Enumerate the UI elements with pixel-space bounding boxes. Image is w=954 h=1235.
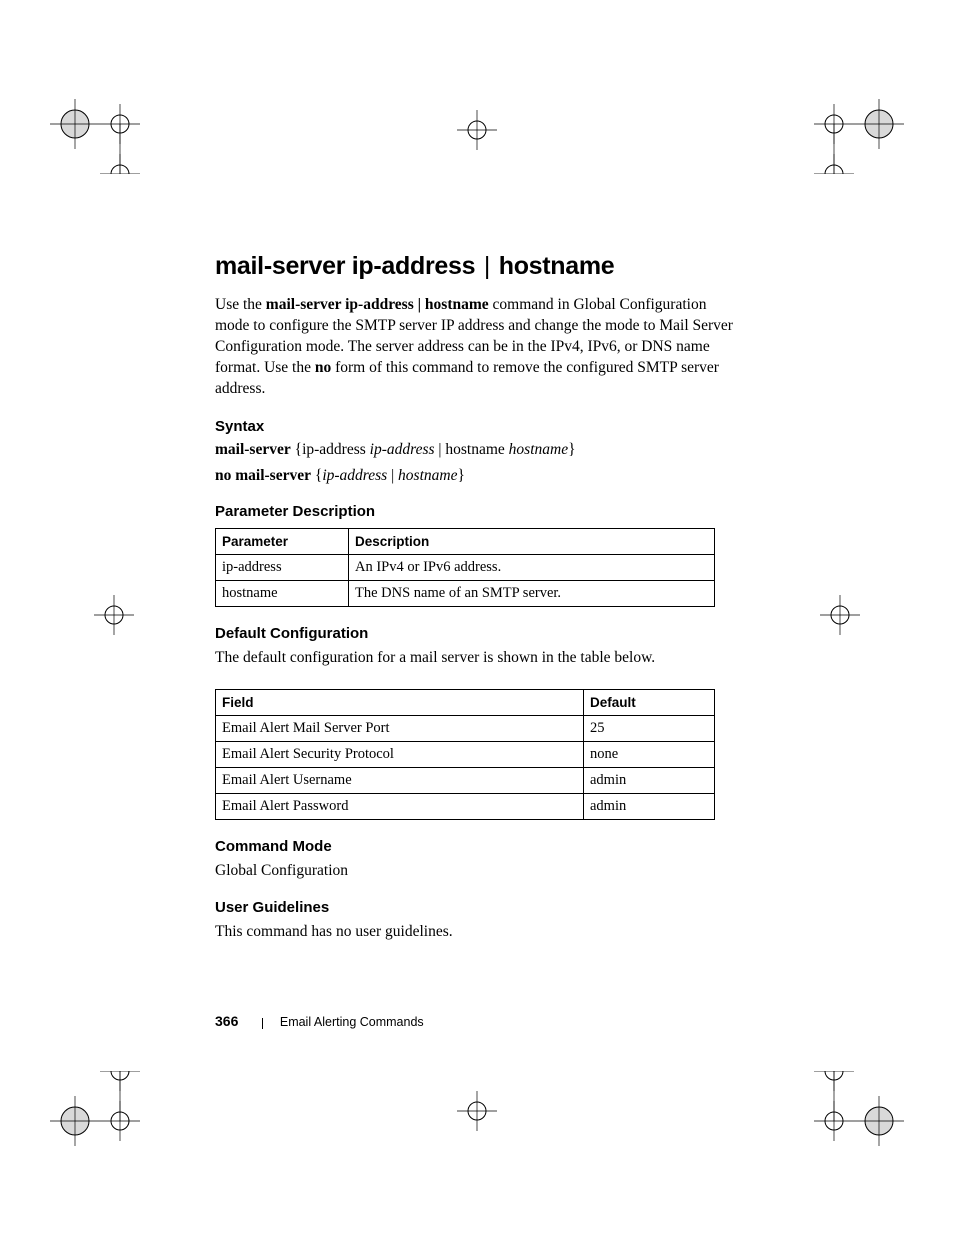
table-row: Email Alert Security Protocol none bbox=[216, 741, 715, 767]
default-configuration-text: The default configuration for a mail ser… bbox=[215, 648, 735, 669]
user-guidelines-text: This command has no user guidelines. bbox=[215, 922, 735, 943]
intro-bold-command: mail-server ip-address | hostname bbox=[266, 296, 489, 313]
default-cell: admin bbox=[584, 767, 715, 793]
registration-mark-icon bbox=[94, 595, 134, 635]
registration-mark-icon bbox=[457, 1091, 497, 1131]
param-cell: hostname bbox=[216, 580, 349, 606]
title-part-2: hostname bbox=[499, 252, 615, 280]
param-cell: ip-address bbox=[216, 554, 349, 580]
table-row: hostname The DNS name of an SMTP server. bbox=[216, 580, 715, 606]
command-mode-heading: Command Mode bbox=[215, 838, 735, 855]
crop-mark-icon bbox=[50, 1071, 150, 1171]
command-mode-text: Global Configuration bbox=[215, 861, 735, 882]
table-header-row: Parameter Description bbox=[216, 528, 715, 554]
table-row: Email Alert Username admin bbox=[216, 767, 715, 793]
field-cell: Email Alert Username bbox=[216, 767, 584, 793]
crop-mark-icon bbox=[50, 74, 150, 174]
title-part-1: mail-server ip-address bbox=[215, 252, 475, 280]
parameter-description-heading: Parameter Description bbox=[215, 503, 735, 520]
default-cell: admin bbox=[584, 793, 715, 819]
syntax-heading: Syntax bbox=[215, 418, 735, 435]
field-cell: Email Alert Password bbox=[216, 793, 584, 819]
chapter-name: Email Alerting Commands bbox=[280, 1015, 424, 1029]
param-header-description: Description bbox=[349, 528, 715, 554]
command-title: mail-server ip-address | hostname bbox=[215, 252, 735, 281]
desc-cell: An IPv4 or IPv6 address. bbox=[349, 554, 715, 580]
crop-mark-icon bbox=[804, 74, 904, 174]
page-number: 366 bbox=[215, 1013, 238, 1029]
title-pipe: | bbox=[482, 252, 492, 280]
default-configuration-heading: Default Configuration bbox=[215, 625, 735, 642]
default-header-field: Field bbox=[216, 689, 584, 715]
footer-separator bbox=[262, 1018, 263, 1029]
default-configuration-table: Field Default Email Alert Mail Server Po… bbox=[215, 689, 715, 820]
syntax-line-1: mail-server {ip-address ip-address | hos… bbox=[215, 441, 735, 459]
field-cell: Email Alert Mail Server Port bbox=[216, 715, 584, 741]
default-cell: 25 bbox=[584, 715, 715, 741]
desc-cell: The DNS name of an SMTP server. bbox=[349, 580, 715, 606]
table-row: ip-address An IPv4 or IPv6 address. bbox=[216, 554, 715, 580]
crop-mark-icon bbox=[804, 1071, 904, 1171]
table-row: Email Alert Password admin bbox=[216, 793, 715, 819]
intro-paragraph: Use the mail-server ip-address | hostnam… bbox=[215, 295, 735, 400]
syntax-line-2: no mail-server {ip-address | hostname} bbox=[215, 467, 735, 485]
default-cell: none bbox=[584, 741, 715, 767]
parameter-table: Parameter Description ip-address An IPv4… bbox=[215, 528, 715, 607]
page-content: mail-server ip-address | hostname Use th… bbox=[215, 252, 735, 959]
user-guidelines-heading: User Guidelines bbox=[215, 899, 735, 916]
table-header-row: Field Default bbox=[216, 689, 715, 715]
table-row: Email Alert Mail Server Port 25 bbox=[216, 715, 715, 741]
default-header-default: Default bbox=[584, 689, 715, 715]
param-header-parameter: Parameter bbox=[216, 528, 349, 554]
field-cell: Email Alert Security Protocol bbox=[216, 741, 584, 767]
registration-mark-icon bbox=[820, 595, 860, 635]
page-footer: 366 Email Alerting Commands bbox=[215, 1013, 424, 1030]
intro-bold-no: no bbox=[315, 359, 331, 376]
registration-mark-icon bbox=[457, 110, 497, 150]
